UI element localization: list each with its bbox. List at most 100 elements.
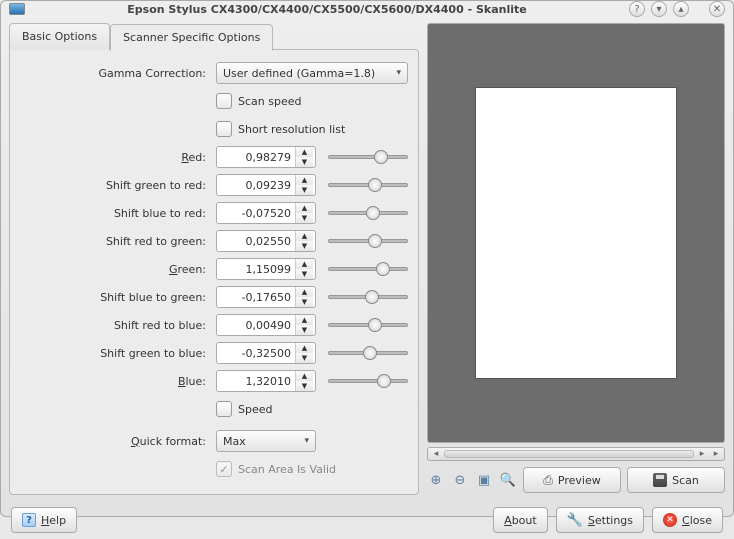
titlebar: Epson Stylus CX4300/CX4400/CX5500/CX5600… (1, 1, 733, 17)
param-label: Shift red to green: (16, 235, 210, 248)
settings-button[interactable]: 🔧 Settings (556, 507, 644, 533)
param-slider[interactable] (328, 174, 408, 196)
chevron-down-icon: ▾ (304, 436, 309, 446)
scroll-right-icon[interactable]: ▸ (696, 449, 708, 459)
help-titlebar-button[interactable]: ? (629, 1, 645, 17)
spin-up-icon[interactable]: ▲ (296, 231, 313, 241)
param-spinbox[interactable]: ▲▼ (216, 342, 316, 364)
param-label: Green: (16, 263, 210, 276)
spin-down-icon[interactable]: ▼ (296, 325, 313, 335)
param-label: Blue: (16, 375, 210, 388)
preview-button[interactable]: ⎙ Preview (523, 467, 621, 493)
save-icon (653, 473, 667, 487)
spin-down-icon[interactable]: ▼ (296, 353, 313, 363)
maximize-button[interactable]: ▴ (673, 1, 689, 17)
param-input[interactable] (217, 235, 295, 248)
spin-up-icon[interactable]: ▲ (296, 315, 313, 325)
spin-down-icon[interactable]: ▼ (296, 381, 313, 391)
scan-area-valid-checkbox[interactable]: ✓ (216, 461, 232, 477)
param-spinbox[interactable]: ▲▼ (216, 286, 316, 308)
close-icon: ✕ (663, 513, 677, 527)
spin-up-icon[interactable]: ▲ (296, 147, 313, 157)
param-spinbox[interactable]: ▲▼ (216, 258, 316, 280)
preview-toolbar: ⊕ ⊖ ▣ 🔍 ⎙ Preview Scan (427, 465, 725, 495)
preview-page[interactable] (476, 88, 676, 378)
spin-down-icon[interactable]: ▼ (296, 297, 313, 307)
help-button[interactable]: ? Help (11, 507, 77, 533)
short-resolution-checkbox[interactable] (216, 121, 232, 137)
scan-area-valid-label: Scan Area Is Valid (238, 463, 336, 476)
param-slider[interactable] (328, 370, 408, 392)
param-spinbox[interactable]: ▲▼ (216, 202, 316, 224)
zoom-in-icon[interactable]: ⊕ (427, 471, 445, 489)
spin-down-icon[interactable]: ▼ (296, 269, 313, 279)
preview-icon: ⎙ (543, 473, 553, 488)
scan-button[interactable]: Scan (627, 467, 725, 493)
speed-checkbox[interactable] (216, 401, 232, 417)
speed-label: Speed (238, 403, 272, 416)
param-input[interactable] (217, 151, 295, 164)
param-label: Red: (16, 151, 210, 164)
gear-icon: 🔧 (567, 513, 583, 528)
scrollbar-thumb[interactable] (444, 450, 694, 458)
spin-up-icon[interactable]: ▲ (296, 343, 313, 353)
param-slider[interactable] (328, 286, 408, 308)
spin-down-icon[interactable]: ▼ (296, 185, 313, 195)
param-spinbox[interactable]: ▲▼ (216, 314, 316, 336)
param-label: Shift green to red: (16, 179, 210, 192)
zoom-fit-icon[interactable]: ▣ (475, 471, 493, 489)
param-input[interactable] (217, 347, 295, 360)
gamma-combo[interactable]: User defined (Gamma=1.8) ▾ (216, 62, 408, 84)
param-slider[interactable] (328, 230, 408, 252)
main-window: Epson Stylus CX4300/CX4400/CX5500/CX5600… (0, 0, 734, 517)
param-input[interactable] (217, 179, 295, 192)
spin-up-icon[interactable]: ▲ (296, 371, 313, 381)
param-input[interactable] (217, 207, 295, 220)
help-icon: ? (22, 513, 36, 527)
spin-down-icon[interactable]: ▼ (296, 241, 313, 251)
scan-speed-checkbox[interactable] (216, 93, 232, 109)
param-input[interactable] (217, 291, 295, 304)
tab-basic-options[interactable]: Basic Options (9, 23, 110, 50)
scroll-left-icon[interactable]: ◂ (430, 449, 442, 459)
param-input[interactable] (217, 319, 295, 332)
scroll-to-end-icon[interactable]: ▸ (710, 449, 722, 459)
gamma-label: Gamma Correction: (16, 67, 210, 80)
minimize-button[interactable]: ▾ (651, 1, 667, 17)
spin-up-icon[interactable]: ▲ (296, 259, 313, 269)
spin-up-icon[interactable]: ▲ (296, 287, 313, 297)
tab-content: Gamma Correction: User defined (Gamma=1.… (9, 49, 419, 495)
chevron-down-icon: ▾ (396, 68, 401, 78)
param-slider[interactable] (328, 342, 408, 364)
param-label: Shift blue to red: (16, 207, 210, 220)
window-title: Epson Stylus CX4300/CX4400/CX5500/CX5600… (31, 3, 623, 16)
tab-scanner-specific[interactable]: Scanner Specific Options (110, 24, 273, 51)
param-slider[interactable] (328, 202, 408, 224)
preview-scrollbar[interactable]: ◂ ▸ ▸ (427, 447, 725, 461)
param-slider[interactable] (328, 146, 408, 168)
param-spinbox[interactable]: ▲▼ (216, 370, 316, 392)
scan-speed-label: Scan speed (238, 95, 301, 108)
zoom-out-icon[interactable]: ⊖ (451, 471, 469, 489)
param-spinbox[interactable]: ▲▼ (216, 146, 316, 168)
zoom-actual-icon[interactable]: 🔍 (499, 471, 517, 489)
spin-up-icon[interactable]: ▲ (296, 175, 313, 185)
quick-format-label: Quick format: (16, 435, 210, 448)
param-spinbox[interactable]: ▲▼ (216, 174, 316, 196)
param-spinbox[interactable]: ▲▼ (216, 230, 316, 252)
about-button[interactable]: About (493, 507, 548, 533)
short-resolution-label: Short resolution list (238, 123, 345, 136)
gamma-combo-value: User defined (Gamma=1.8) (223, 67, 375, 80)
close-button[interactable]: ✕ Close (652, 507, 723, 533)
preview-area (427, 23, 725, 443)
param-slider[interactable] (328, 258, 408, 280)
param-slider[interactable] (328, 314, 408, 336)
spin-down-icon[interactable]: ▼ (296, 157, 313, 167)
param-input[interactable] (217, 375, 295, 388)
options-panel: Basic Options Scanner Specific Options G… (9, 23, 419, 495)
param-input[interactable] (217, 263, 295, 276)
spin-up-icon[interactable]: ▲ (296, 203, 313, 213)
quick-format-combo[interactable]: Max ▾ (216, 430, 316, 452)
spin-down-icon[interactable]: ▼ (296, 213, 313, 223)
close-titlebar-button[interactable]: ✕ (709, 1, 725, 17)
